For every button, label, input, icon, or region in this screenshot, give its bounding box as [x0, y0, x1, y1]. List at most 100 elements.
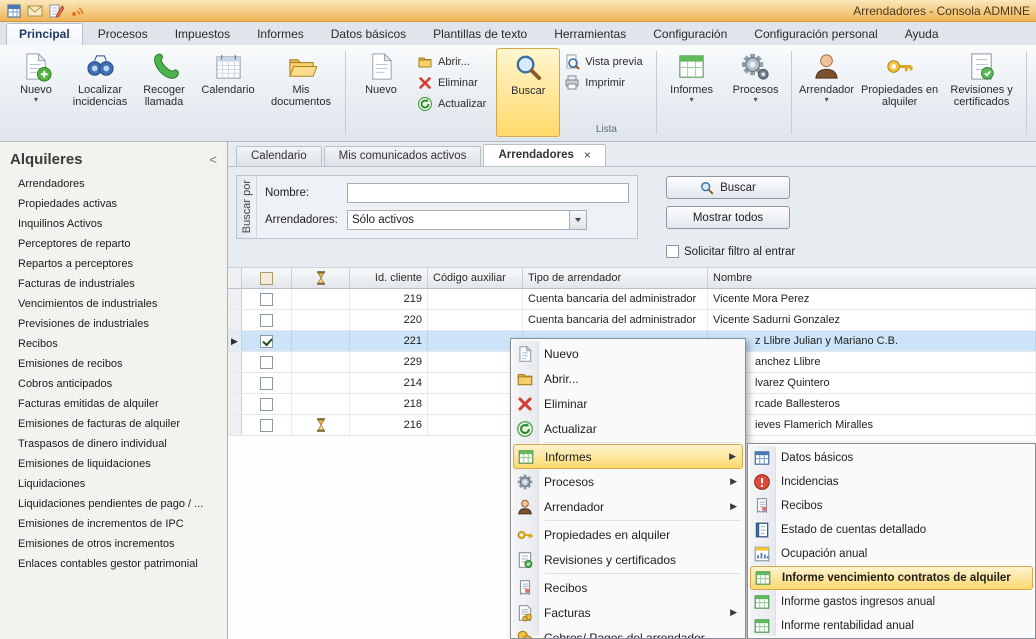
- menu-item-eliminar[interactable]: Eliminar: [513, 391, 743, 416]
- menu-item-cobros-pagos[interactable]: Cobros/ Pagos del arrendador: [513, 625, 743, 639]
- menu-item-revisiones[interactable]: Revisiones y certificados: [513, 547, 743, 572]
- sidebar-item-incrementos-ipc[interactable]: Emisiones de incrementos de IPC: [0, 514, 227, 534]
- row-checkbox-cell[interactable]: [242, 289, 292, 309]
- propiedades-en-alquiler-button[interactable]: Propiedades en alquiler: [859, 48, 941, 137]
- submenu-item-incidencias[interactable]: Incidencias: [750, 470, 1033, 494]
- submenu-item-ocupacion-anual[interactable]: Ocupación anual: [750, 542, 1033, 566]
- collapse-icon[interactable]: <: [209, 152, 217, 167]
- broadcast-icon[interactable]: [69, 3, 85, 19]
- nuevo-button[interactable]: Nuevo: [349, 48, 413, 137]
- submenu-item-datos-basicos[interactable]: Datos básicos: [750, 446, 1033, 470]
- row-checkbox[interactable]: [260, 398, 273, 411]
- row-checkbox[interactable]: [260, 335, 273, 348]
- row-checkbox-cell[interactable]: [242, 373, 292, 393]
- revisiones-certificados-button[interactable]: Revisiones y certificados: [941, 48, 1023, 137]
- column-header-id-cliente[interactable]: Id. cliente: [350, 268, 428, 288]
- nombre-input[interactable]: [347, 183, 629, 203]
- edit-icon[interactable]: [48, 3, 64, 19]
- menu-item-propiedades[interactable]: Propiedades en alquiler: [513, 522, 743, 547]
- submenu-item-informe-gastos[interactable]: Informe gastos ingresos anual: [750, 590, 1033, 614]
- menu-item-recibos[interactable]: Recibos: [513, 575, 743, 600]
- doc-tab-arrendadores[interactable]: Arrendadores×: [483, 144, 605, 166]
- sidebar-item-facturas-industriales[interactable]: Facturas de industriales: [0, 274, 227, 294]
- table-row[interactable]: 220 Cuenta bancaria del administrador Vi…: [228, 310, 1036, 331]
- column-header-codigo-auxiliar[interactable]: Código auxiliar: [428, 268, 523, 288]
- ribbon-tab-configuracion-personal[interactable]: Configuración personal: [742, 24, 889, 45]
- row-checkbox[interactable]: [260, 356, 273, 369]
- sidebar-item-facturas-emitidas[interactable]: Facturas emitidas de alquiler: [0, 394, 227, 414]
- sidebar-item-liquidaciones-pendientes[interactable]: Liquidaciones pendientes de pago / ...: [0, 494, 227, 514]
- table-row[interactable]: 219 Cuenta bancaria del administrador Vi…: [228, 289, 1036, 310]
- localizar-incidencias-button[interactable]: Localizar incidencias: [68, 48, 132, 137]
- checkbox-column-header[interactable]: [242, 268, 292, 288]
- table-icon[interactable]: [6, 3, 22, 19]
- buscar-filter-button[interactable]: Buscar: [666, 176, 790, 199]
- imprimir-button[interactable]: Imprimir: [560, 72, 652, 93]
- sidebar-item-otros-incrementos[interactable]: Emisiones de otros incrementos: [0, 534, 227, 554]
- ribbon-tab-procesos[interactable]: Procesos: [86, 24, 160, 45]
- sidebar-item-inquilinos-activos[interactable]: Inquilinos Activos: [0, 214, 227, 234]
- header-checkbox[interactable]: [260, 272, 273, 285]
- sidebar-item-emisiones-liquidaciones[interactable]: Emisiones de liquidaciones: [0, 454, 227, 474]
- row-checkbox[interactable]: [260, 314, 273, 327]
- actualizar-button[interactable]: Actualizar: [413, 93, 496, 114]
- submenu-item-estado-cuentas[interactable]: Estado de cuentas detallado: [750, 518, 1033, 542]
- menu-item-procesos[interactable]: Procesos ▶: [513, 469, 743, 494]
- ribbon-tab-datos-basicos[interactable]: Datos básicos: [319, 24, 418, 45]
- submenu-item-recibos[interactable]: Recibos: [750, 494, 1033, 518]
- informes-button[interactable]: Informes ▾: [660, 48, 724, 137]
- sidebar-item-perceptores[interactable]: Perceptores de reparto: [0, 234, 227, 254]
- vista-previa-button[interactable]: Vista previa: [560, 51, 652, 72]
- ribbon-tab-informes[interactable]: Informes: [245, 24, 316, 45]
- nuevo-split-button[interactable]: Nuevo ▾: [4, 48, 68, 137]
- calendario-button[interactable]: Calendario: [196, 48, 260, 137]
- sidebar-item-emisiones-recibos[interactable]: Emisiones de recibos: [0, 354, 227, 374]
- doc-tab-calendario[interactable]: Calendario: [236, 146, 322, 166]
- column-header-nombre[interactable]: Nombre: [708, 268, 1036, 288]
- menu-item-facturas[interactable]: Facturas ▶: [513, 600, 743, 625]
- row-checkbox[interactable]: [260, 293, 273, 306]
- sidebar-item-previsiones-industriales[interactable]: Previsiones de industriales: [0, 314, 227, 334]
- ribbon-tab-plantillas[interactable]: Plantillas de texto: [421, 24, 539, 45]
- menu-item-actualizar[interactable]: Actualizar: [513, 416, 743, 441]
- row-checkbox-cell[interactable]: [242, 394, 292, 414]
- sidebar-item-enlaces-contables[interactable]: Enlaces contables gestor patrimonial: [0, 554, 227, 574]
- sidebar-item-vencimientos-industriales[interactable]: Vencimientos de industriales: [0, 294, 227, 314]
- sidebar-item-recibos[interactable]: Recibos: [0, 334, 227, 354]
- menu-item-informes[interactable]: Informes ▶: [513, 444, 743, 469]
- row-checkbox[interactable]: [260, 377, 273, 390]
- abrir-button[interactable]: Abrir...: [413, 51, 496, 72]
- row-checkbox-cell[interactable]: [242, 352, 292, 372]
- ribbon-tab-herramientas[interactable]: Herramientas: [542, 24, 638, 45]
- chevron-down-icon[interactable]: [569, 211, 586, 229]
- menu-item-nuevo[interactable]: Nuevo: [513, 341, 743, 366]
- submenu-item-informe-rentabilidad[interactable]: Informe rentabilidad anual: [750, 614, 1033, 638]
- eliminar-button[interactable]: Eliminar: [413, 72, 496, 93]
- sidebar-item-propiedades-activas[interactable]: Propiedades activas: [0, 194, 227, 214]
- buscar-button[interactable]: Buscar: [496, 48, 560, 137]
- ribbon-tab-ayuda[interactable]: Ayuda: [893, 24, 951, 45]
- ribbon-tab-principal[interactable]: Principal: [6, 23, 83, 45]
- menu-item-arrendador[interactable]: Arrendador ▶: [513, 494, 743, 519]
- procesos-button[interactable]: Procesos ▾: [724, 48, 788, 137]
- submenu-item-informe-vencimiento[interactable]: Informe vencimiento contratos de alquile…: [750, 566, 1033, 590]
- mostrar-todos-button[interactable]: Mostrar todos: [666, 206, 790, 229]
- mis-documentos-button[interactable]: Mis documentos: [260, 48, 342, 137]
- sidebar-item-liquidaciones[interactable]: Liquidaciones: [0, 474, 227, 494]
- row-checkbox-cell[interactable]: [242, 310, 292, 330]
- column-header-tipo-arrendador[interactable]: Tipo de arrendador: [523, 268, 708, 288]
- row-checkbox[interactable]: [260, 419, 273, 432]
- arrendadores-combo[interactable]: Sólo activos: [347, 210, 587, 230]
- menu-item-abrir[interactable]: Abrir...: [513, 366, 743, 391]
- sidebar-item-arrendadores[interactable]: Arrendadores: [0, 174, 227, 194]
- sidebar-item-repartos[interactable]: Repartos a perceptores: [0, 254, 227, 274]
- mail-icon[interactable]: [27, 3, 43, 19]
- solicitar-filtro-checkbox[interactable]: [666, 245, 679, 258]
- hourglass-column-header[interactable]: [292, 268, 350, 288]
- ribbon-tab-impuestos[interactable]: Impuestos: [163, 24, 242, 45]
- sidebar-item-cobros-anticipados[interactable]: Cobros anticipados: [0, 374, 227, 394]
- recoger-llamada-button[interactable]: Recoger llamada: [132, 48, 196, 137]
- ribbon-tab-configuracion[interactable]: Configuración: [641, 24, 739, 45]
- doc-tab-mis-comunicados[interactable]: Mis comunicados activos: [324, 146, 482, 166]
- recibos-button[interactable]: Recibos: [1030, 48, 1036, 137]
